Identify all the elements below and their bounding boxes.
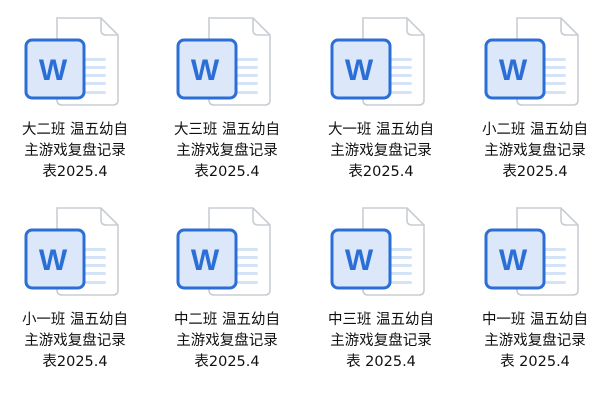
file-name-line: 主游戏复盘记录 — [484, 143, 586, 159]
file-name-line: 表2025.4 — [194, 164, 260, 180]
file-item[interactable]: W 小一班 温五幼自 主游戏复盘记录 表2025.4 — [0, 198, 150, 388]
file-name[interactable]: 小一班 温五幼自 主游戏复盘记录 表2025.4 — [0, 310, 150, 373]
file-name-line: 主游戏复盘记录 — [24, 143, 126, 159]
word-letter: W — [191, 244, 220, 277]
file-name-line: 表2025.4 — [42, 354, 108, 370]
file-name-line: 主游戏复盘记录 — [176, 333, 278, 349]
file-name-line: 大一班 温五幼自 — [327, 122, 435, 138]
word-letter: W — [345, 244, 374, 277]
word-letter: W — [191, 54, 220, 87]
file-item[interactable]: W 中三班 温五幼自 主游戏复盘记录表 2025.4 — [306, 198, 456, 388]
file-name-line: 表2025.4 — [194, 354, 260, 370]
word-letter: W — [39, 244, 68, 277]
word-letter: W — [345, 54, 374, 87]
file-name-line: 大三班 温五幼自 — [173, 122, 281, 138]
file-name-line: 主游戏复盘记录 — [24, 333, 126, 349]
file-grid: W 大二班 温五幼自 主游戏复盘记录 表2025.4 W 大三班 温五幼自 主游戏复盘… — [0, 0, 609, 401]
file-name-line: 中一班 温五幼自 — [481, 312, 589, 328]
file-name-line: 表 2025.4 — [500, 354, 570, 370]
word-document-icon[interactable]: W — [460, 8, 609, 118]
file-item[interactable]: W 中一班 温五幼自 主游戏复盘记录表 2025.4 — [460, 198, 609, 388]
word-document-icon[interactable]: W — [152, 8, 302, 118]
file-name-line: 小二班 温五幼自 — [481, 122, 589, 138]
word-document-icon[interactable]: W — [306, 198, 456, 308]
word-letter: W — [499, 54, 528, 87]
file-name[interactable]: 中一班 温五幼自 主游戏复盘记录表 2025.4 — [460, 310, 609, 373]
file-item[interactable]: W 大二班 温五幼自 主游戏复盘记录 表2025.4 — [0, 8, 150, 198]
file-name[interactable]: 大二班 温五幼自 主游戏复盘记录 表2025.4 — [0, 120, 150, 183]
file-name-line: 小一班 温五幼自 — [21, 312, 129, 328]
file-name[interactable]: 中三班 温五幼自 主游戏复盘记录表 2025.4 — [306, 310, 456, 373]
word-letter: W — [499, 244, 528, 277]
file-name-line: 主游戏复盘记录 — [330, 143, 432, 159]
file-item[interactable]: W 小二班 温五幼自 主游戏复盘记录 表2025.4 — [460, 8, 609, 198]
file-item[interactable]: W 大三班 温五幼自 主游戏复盘记录 表2025.4 — [152, 8, 302, 198]
file-name[interactable]: 大三班 温五幼自 主游戏复盘记录 表2025.4 — [152, 120, 302, 183]
file-name-line: 表 2025.4 — [346, 354, 416, 370]
file-name[interactable]: 中二班 温五幼自 主游戏复盘记录 表2025.4 — [152, 310, 302, 373]
word-document-icon[interactable]: W — [0, 8, 150, 118]
file-name-line: 大二班 温五幼自 — [21, 122, 129, 138]
file-name-line: 表2025.4 — [42, 164, 108, 180]
file-name[interactable]: 小二班 温五幼自 主游戏复盘记录 表2025.4 — [460, 120, 609, 183]
word-document-icon[interactable]: W — [460, 198, 609, 308]
file-item[interactable]: W 中二班 温五幼自 主游戏复盘记录 表2025.4 — [152, 198, 302, 388]
file-name-line: 主游戏复盘记录 — [484, 333, 586, 349]
file-name-line: 中三班 温五幼自 — [327, 312, 435, 328]
file-name-line: 主游戏复盘记录 — [330, 333, 432, 349]
file-name-line: 表2025.4 — [502, 164, 568, 180]
file-name-line: 表2025.4 — [348, 164, 414, 180]
word-letter: W — [39, 54, 68, 87]
file-name-line: 主游戏复盘记录 — [176, 143, 278, 159]
file-name[interactable]: 大一班 温五幼自 主游戏复盘记录 表2025.4 — [306, 120, 456, 183]
word-document-icon[interactable]: W — [152, 198, 302, 308]
word-document-icon[interactable]: W — [306, 8, 456, 118]
word-document-icon[interactable]: W — [0, 198, 150, 308]
file-item[interactable]: W 大一班 温五幼自 主游戏复盘记录 表2025.4 — [306, 8, 456, 198]
file-name-line: 中二班 温五幼自 — [173, 312, 281, 328]
